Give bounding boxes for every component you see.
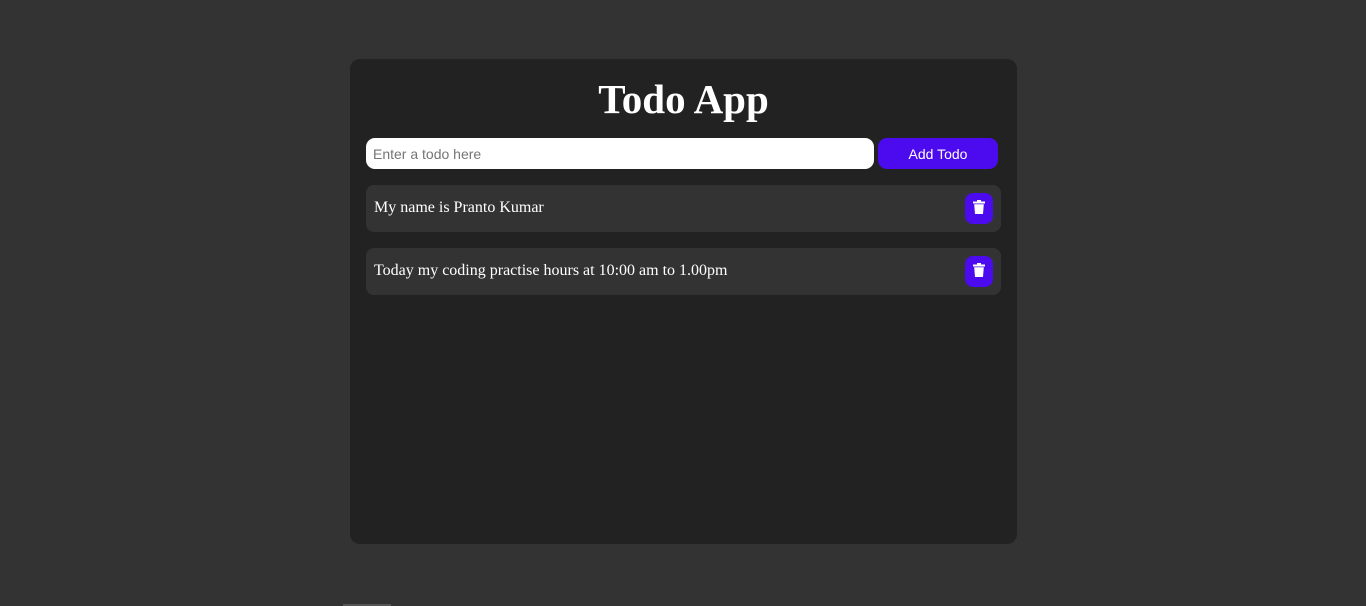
todo-text: My name is Pranto Kumar bbox=[374, 199, 544, 216]
todo-input-row: Add Todo bbox=[366, 138, 998, 169]
todo-app-card: Todo App Add Todo My name is Pranto Kuma… bbox=[350, 59, 1017, 544]
add-todo-button[interactable]: Add Todo bbox=[878, 138, 998, 169]
todo-input[interactable] bbox=[366, 138, 874, 169]
todo-item: Today my coding practise hours at 10:00 … bbox=[366, 248, 1001, 295]
todo-text: Today my coding practise hours at 10:00 … bbox=[374, 262, 728, 279]
delete-todo-button[interactable] bbox=[965, 193, 993, 224]
trash-icon bbox=[973, 200, 985, 217]
trash-icon bbox=[973, 263, 985, 280]
page-title: Todo App bbox=[598, 76, 769, 122]
todo-item: My name is Pranto Kumar bbox=[366, 185, 1001, 232]
todo-list: My name is Pranto Kumar Today my coding … bbox=[366, 185, 1001, 311]
delete-todo-button[interactable] bbox=[965, 256, 993, 287]
